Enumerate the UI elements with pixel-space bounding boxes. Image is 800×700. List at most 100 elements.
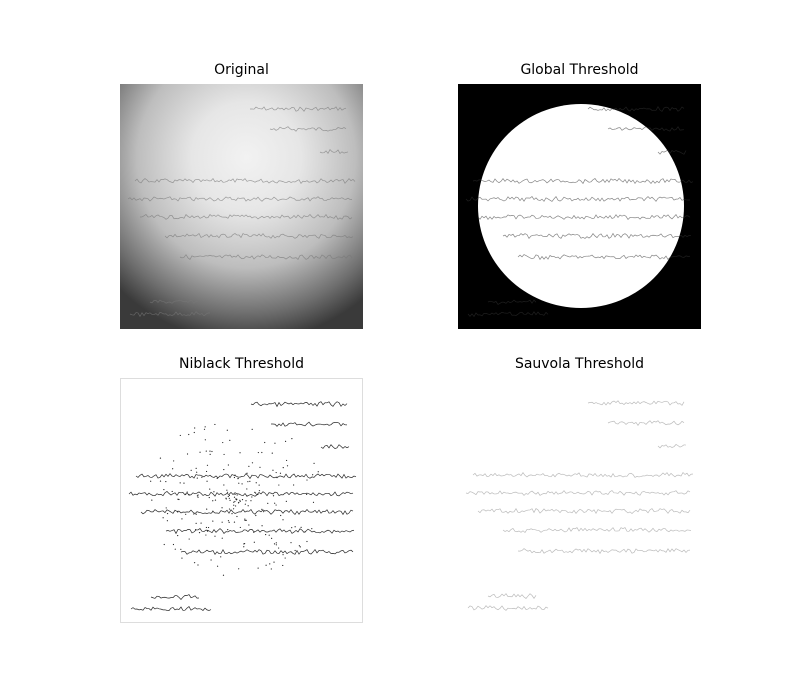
- noise-speck: [206, 480, 208, 482]
- noise-speck: [312, 501, 315, 503]
- noise-speck: [200, 522, 202, 524]
- handwriting-line: [139, 213, 353, 220]
- noise-speck: [263, 511, 265, 513]
- noise-speck: [284, 440, 287, 443]
- noise-speck: [232, 508, 235, 510]
- noise-speck: [181, 518, 183, 520]
- handwriting-line: [250, 401, 348, 408]
- noise-speck: [226, 489, 228, 491]
- handwriting-line: [487, 299, 537, 305]
- noise-speck: [271, 452, 273, 454]
- noise-speck: [294, 549, 296, 552]
- noise-speck: [304, 531, 306, 533]
- noise-speck: [261, 525, 263, 527]
- noise-speck: [228, 521, 230, 523]
- noise-speck: [195, 513, 197, 515]
- noise-speck: [198, 532, 201, 534]
- noise-speck: [159, 480, 162, 482]
- title-niblack-threshold: Niblack Threshold: [179, 356, 304, 372]
- noise-speck: [188, 433, 190, 436]
- noise-speck: [306, 493, 308, 495]
- noise-speck: [248, 465, 250, 468]
- noise-speck: [258, 490, 261, 492]
- noise-speck: [255, 482, 257, 484]
- noise-speck: [228, 497, 230, 499]
- noise-speck: [216, 477, 218, 479]
- noise-speck: [195, 528, 197, 531]
- noise-speck: [251, 496, 253, 498]
- handwriting-line: [128, 491, 354, 497]
- handwriting-line: [149, 299, 199, 304]
- noise-speck: [186, 453, 189, 455]
- noise-speck: [285, 459, 288, 462]
- noise-speck: [159, 457, 162, 459]
- noise-speck: [199, 451, 201, 453]
- noise-speck: [222, 441, 224, 444]
- noise-speck: [248, 524, 250, 526]
- handwriting-line: [502, 527, 692, 533]
- noise-speck: [196, 477, 198, 479]
- noise-speck: [226, 491, 229, 493]
- noise-speck: [163, 488, 165, 491]
- noise-speck: [222, 574, 225, 576]
- noise-speck: [204, 426, 206, 428]
- handwriting-line: [179, 254, 353, 260]
- noise-speck: [272, 495, 275, 497]
- noise-speck: [279, 472, 282, 474]
- noise-speck: [212, 510, 214, 512]
- noise-speck: [233, 501, 235, 503]
- noise-speck: [258, 484, 260, 486]
- noise-speck: [195, 522, 197, 525]
- noise-speck: [196, 471, 198, 473]
- handwriting-line: [517, 548, 691, 555]
- noise-speck: [223, 453, 225, 456]
- handwriting-line: [320, 444, 350, 450]
- noise-speck: [183, 482, 185, 484]
- noise-speck: [247, 481, 249, 483]
- noise-speck: [205, 450, 207, 452]
- noise-speck: [197, 564, 199, 566]
- noise-speck: [259, 466, 261, 468]
- noise-speck: [246, 495, 248, 497]
- noise-speck: [225, 498, 227, 500]
- noise-speck: [171, 490, 173, 493]
- noise-speck: [264, 441, 266, 444]
- noise-speck: [265, 533, 267, 536]
- handwriting-line: [180, 548, 354, 555]
- global-threshold-image: [458, 84, 701, 329]
- noise-speck: [257, 451, 259, 454]
- handwriting-line: [140, 508, 354, 516]
- noise-speck: [293, 484, 295, 486]
- noise-speck: [177, 498, 179, 500]
- noise-speck: [238, 568, 240, 570]
- noise-speck: [177, 511, 179, 513]
- noise-speck: [220, 556, 222, 558]
- noise-speck: [233, 476, 236, 479]
- noise-speck: [179, 482, 181, 484]
- title-sauvola-threshold: Sauvola Threshold: [514, 356, 645, 372]
- handwriting-line: [127, 196, 353, 202]
- sauvola-threshold-image: [458, 378, 701, 623]
- handwriting-line: [249, 106, 347, 112]
- handwriting-line: [467, 605, 549, 611]
- noise-speck: [188, 493, 190, 496]
- handwriting-line: [135, 473, 357, 480]
- noise-speck: [206, 508, 208, 510]
- noise-speck: [193, 562, 196, 564]
- noise-speck: [206, 530, 209, 532]
- noise-speck: [233, 504, 235, 506]
- noise-speck: [243, 546, 245, 548]
- noise-speck: [249, 480, 251, 483]
- handwriting-line: [164, 232, 354, 239]
- noise-speck: [212, 500, 214, 502]
- handwriting-line: [477, 214, 691, 221]
- noise-speck: [282, 467, 284, 469]
- noise-speck: [214, 535, 216, 537]
- noise-speck: [162, 517, 164, 519]
- handwriting-line: [657, 444, 687, 449]
- noise-speck: [256, 494, 258, 496]
- noise-speck: [173, 460, 175, 462]
- noise-speck: [233, 521, 236, 523]
- noise-speck: [238, 501, 240, 504]
- noise-speck: [237, 478, 239, 480]
